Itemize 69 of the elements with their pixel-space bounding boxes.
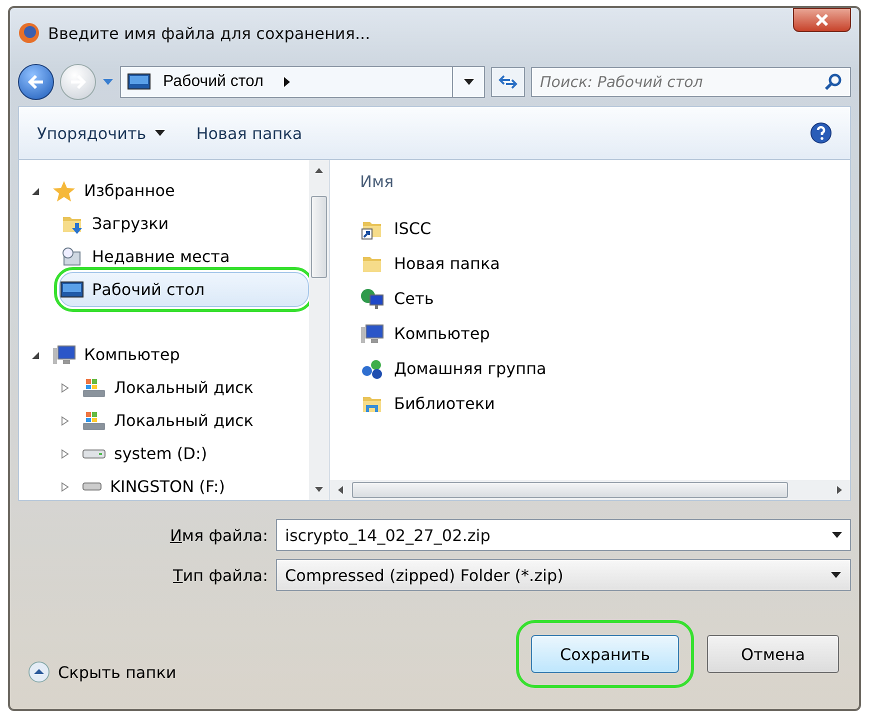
- navigation-item[interactable]: Локальный диск: [59, 403, 309, 438]
- filename-field[interactable]: iscrypto_14_02_27_02.zip: [276, 519, 851, 551]
- scroll-down-arrow-icon[interactable]: [314, 486, 324, 494]
- navigation-item[interactable]: system (D:): [59, 436, 309, 471]
- navigation-item[interactable]: Локальный диск: [59, 370, 309, 405]
- navigation-item[interactable]: Компьютер: [29, 337, 309, 372]
- desktop-icon: [60, 278, 84, 300]
- network-icon: [360, 288, 384, 310]
- computer-icon: [52, 344, 76, 366]
- collapsed-arrow-icon[interactable]: [60, 482, 70, 492]
- close-button[interactable]: [793, 8, 851, 32]
- navigation-item[interactable]: Избранное: [29, 173, 309, 208]
- navigation-item[interactable]: KINGSTON (F:): [59, 469, 309, 500]
- cancel-button[interactable]: Отмена: [707, 635, 839, 673]
- scroll-up-arrow-icon[interactable]: [314, 166, 324, 174]
- browser-logo-icon: [18, 22, 40, 44]
- scrollbar-thumb[interactable]: [311, 196, 327, 278]
- new-folder-button[interactable]: Новая папка: [196, 124, 302, 142]
- dropdown-arrow-icon[interactable]: [831, 531, 843, 539]
- back-arrow-icon: [27, 74, 45, 90]
- search-icon[interactable]: [825, 73, 843, 91]
- file-list-item[interactable]: ISCC: [360, 211, 850, 246]
- caret-icon[interactable]: [462, 78, 474, 86]
- back-button[interactable]: [18, 64, 54, 100]
- history-button[interactable]: [102, 78, 114, 86]
- file-list-item[interactable]: Сеть: [360, 281, 850, 316]
- file-type-dropdown[interactable]: Compressed (zipped) Folder (*.zip): [276, 559, 851, 591]
- window-title: Введите имя файла для сохранения...: [48, 24, 372, 42]
- file-list-item[interactable]: Новая папка: [360, 246, 850, 281]
- refresh-button[interactable]: [491, 67, 525, 97]
- usb-drive-icon: [82, 482, 102, 491]
- column-header[interactable]: Имя: [360, 172, 850, 191]
- vertical-scrollbar[interactable]: [309, 160, 329, 500]
- computer-icon: [360, 322, 384, 344]
- close-icon: [815, 14, 829, 26]
- help-icon: [810, 122, 832, 144]
- field-label: Тип файла:: [172, 566, 268, 584]
- horizontal-scrollbar[interactable]: [330, 480, 850, 500]
- collapsed-arrow-icon[interactable]: [60, 382, 70, 392]
- collapse-icon: [28, 661, 50, 683]
- expanded-arrow-icon[interactable]: [30, 350, 40, 360]
- scroll-right-arrow-icon[interactable]: [836, 485, 844, 495]
- windows-drive-icon: [82, 410, 106, 432]
- collapsed-arrow-icon[interactable]: [60, 416, 70, 426]
- refresh-arrows-icon: [498, 74, 518, 90]
- dropdown-arrow-icon[interactable]: [830, 571, 842, 579]
- collapsed-arrow-icon[interactable]: [60, 448, 70, 458]
- hide-folders-button[interactable]: Скрыть папки: [28, 661, 176, 683]
- history-caret-icon: [102, 78, 114, 86]
- homegroup-icon: [360, 358, 384, 380]
- star-icon: [52, 180, 76, 202]
- windows-drive-icon: [82, 376, 106, 398]
- navigation-item[interactable]: Недавние места: [59, 239, 309, 274]
- field-label: Имя файла:: [168, 526, 268, 544]
- file-list-item[interactable]: Библиотеки: [360, 386, 850, 421]
- navigation-item[interactable]: Загрузки: [59, 206, 309, 241]
- file-list-item[interactable]: Домашняя группа: [360, 351, 850, 386]
- scrollbar-thumb[interactable]: [352, 482, 788, 498]
- drive-icon: [82, 448, 106, 458]
- organize-button[interactable]: Упорядочить: [37, 124, 166, 142]
- save-button[interactable]: Сохранить: [531, 635, 679, 673]
- scroll-left-arrow-icon[interactable]: [336, 485, 344, 495]
- breadcrumb-arrow-icon: [283, 77, 292, 87]
- expanded-arrow-icon[interactable]: [30, 186, 40, 196]
- file-list-item[interactable]: Компьютер: [360, 316, 850, 351]
- search-field[interactable]: Поиск: Рабочий стол: [531, 67, 851, 97]
- help-button[interactable]: [810, 122, 832, 144]
- forward-arrow-icon: [69, 74, 87, 90]
- caret-icon[interactable]: [154, 129, 166, 137]
